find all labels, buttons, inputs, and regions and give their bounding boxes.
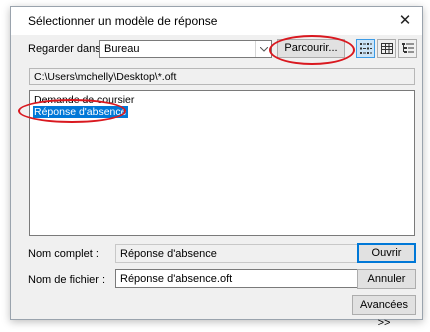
look-in-label: Regarder dans : (28, 43, 107, 55)
look-in-value: Bureau (104, 43, 140, 55)
tree-view-icon[interactable] (398, 39, 417, 58)
advanced-button[interactable]: Avancées >> (352, 295, 416, 329)
current-path-display: C:\Users\mchelly\Desktop\*.oft (29, 68, 415, 85)
current-path-text: C:\Users\mchelly\Desktop\*.oft (34, 71, 177, 83)
look-in-combobox[interactable]: Bureau (99, 40, 272, 58)
list-item-selected[interactable]: Réponse d'absence (33, 106, 128, 118)
full-name-label: Nom complet : (28, 248, 99, 260)
full-name-field: Réponse d'absence (115, 244, 359, 263)
close-icon[interactable]: ✕ (396, 12, 414, 30)
cancel-button[interactable]: Annuler (357, 269, 416, 289)
full-name-value: Réponse d'absence (120, 248, 217, 260)
file-name-value: Réponse d'absence.oft (120, 273, 233, 285)
title-bar: Sélectionner un modèle de réponse ✕ (11, 7, 422, 35)
file-name-label: Nom de fichier : (28, 274, 106, 286)
dialog-title: Sélectionner un modèle de réponse (28, 14, 218, 28)
list-item[interactable]: Demande de coursier (33, 94, 135, 106)
select-template-dialog: Sélectionner un modèle de réponse ✕ Rega… (10, 6, 423, 329)
file-name-input[interactable]: Réponse d'absence.oft (115, 269, 359, 288)
list-view-icon[interactable] (356, 39, 375, 58)
open-button[interactable]: Ouvrir (357, 243, 416, 263)
details-view-icon[interactable] (377, 39, 396, 58)
browse-button[interactable]: Parcourir... (277, 39, 345, 58)
chevron-down-icon[interactable] (255, 41, 271, 57)
template-file-list[interactable]: Demande de coursier Réponse d'absence (29, 90, 415, 236)
